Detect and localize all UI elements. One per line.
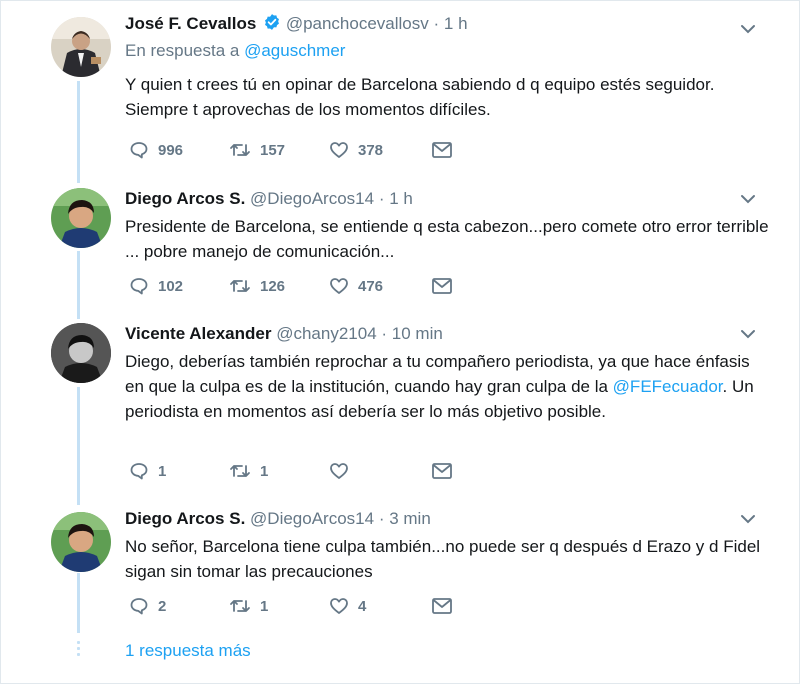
author-name[interactable]: Diego Arcos S. [125,189,245,208]
like-icon [329,596,349,616]
tweet-text: No señor, Barcelona tiene culpa también.… [125,537,761,581]
direct-message-button[interactable] [431,459,453,483]
verified-badge-icon [263,13,281,39]
like-button[interactable]: 4 [329,594,366,618]
separator: · [433,14,440,33]
tweet-header: José F. Cevallos @panchocevallosv · 1 h [125,11,771,37]
like-button[interactable]: 476 [329,274,383,298]
show-more-replies-link[interactable]: 1 respuesta más [125,639,251,663]
author-handle[interactable]: @panchocevallosv [286,14,429,33]
chevron-down-icon[interactable] [739,325,757,343]
like-icon [329,140,349,160]
retweet-count: 157 [260,141,286,159]
avatar[interactable] [51,512,111,572]
tweet-header: Vicente Alexander @chany2104 · 10 min [125,321,771,347]
reply-button[interactable]: 996 [129,138,183,162]
reply-button[interactable]: 102 [129,274,183,298]
tweet-header: Diego Arcos S. @DiegoArcos14 · 1 h [125,186,771,212]
retweet-icon [229,140,251,160]
reply-icon [129,461,149,481]
separator: · [381,324,388,343]
like-icon [329,461,349,481]
thread-continuation-dots [77,641,80,659]
retweet-count: 1 [260,597,269,615]
author-name[interactable]: Diego Arcos S. [125,509,245,528]
reply-count: 102 [158,277,184,295]
author-name[interactable]: José F. Cevallos [125,14,256,33]
reply-context: En respuesta a @aguschmer [125,39,771,63]
tweet[interactable]: Diego Arcos S. @DiegoArcos14 · 1 h Presi… [1,176,800,311]
retweet-button[interactable]: 126 [229,274,285,298]
conversation-thread: José F. Cevallos @panchocevallosv · 1 h … [0,0,800,684]
avatar[interactable] [51,17,111,77]
separator: · [378,189,385,208]
timestamp[interactable]: 10 min [392,324,443,343]
like-button[interactable] [329,459,358,483]
direct-message-icon [431,141,453,159]
retweet-button[interactable]: 157 [229,138,285,162]
retweet-icon [229,596,251,616]
like-icon [329,276,349,296]
direct-message-icon [431,597,453,615]
author-handle[interactable]: @DiegoArcos14 [250,509,374,528]
retweet-count: 1 [260,462,269,480]
chevron-down-icon[interactable] [739,510,757,528]
like-count: 476 [358,277,384,295]
direct-message-button[interactable] [431,594,453,618]
reply-count: 1 [158,462,167,480]
reply-button[interactable]: 2 [129,594,166,618]
retweet-icon [229,276,251,296]
tweet-text: Diego, deberías también reprochar a tu c… [125,349,771,424]
mention-link[interactable]: @FEFecuador [613,377,723,396]
timestamp[interactable]: 1 h [444,14,468,33]
timestamp[interactable]: 3 min [389,509,431,528]
like-count: 378 [358,141,384,159]
reply-button[interactable]: 1 [129,459,166,483]
separator: · [378,509,385,528]
author-name[interactable]: Vicente Alexander [125,324,271,343]
tweet-text: Y quien t crees tú en opinar de Barcelon… [125,75,715,119]
tweet-text: Presidente de Barcelona, se entiende q e… [125,217,769,261]
direct-message-icon [431,462,453,480]
retweet-button[interactable]: 1 [229,459,268,483]
like-button[interactable]: 378 [329,138,383,162]
reply-count: 2 [158,597,167,615]
direct-message-icon [431,277,453,295]
reply-icon [129,596,149,616]
direct-message-button[interactable] [431,274,453,298]
direct-message-button[interactable] [431,138,453,162]
retweet-count: 126 [260,277,286,295]
reply-prefix: En respuesta a [125,41,245,60]
tweet[interactable]: Diego Arcos S. @DiegoArcos14 · 3 min No … [1,496,800,631]
chevron-down-icon[interactable] [739,190,757,208]
chevron-down-icon[interactable] [739,20,757,38]
reply-mention-link[interactable]: @aguschmer [244,41,345,60]
tweet-header: Diego Arcos S. @DiegoArcos14 · 3 min [125,506,771,532]
timestamp[interactable]: 1 h [389,189,413,208]
retweet-button[interactable]: 1 [229,594,268,618]
tweet[interactable]: José F. Cevallos @panchocevallosv · 1 h … [1,1,800,176]
like-count: 4 [358,597,367,615]
avatar[interactable] [51,188,111,248]
reply-count: 996 [158,141,184,159]
retweet-icon [229,461,251,481]
author-handle[interactable]: @DiegoArcos14 [250,189,374,208]
author-handle[interactable]: @chany2104 [276,324,376,343]
reply-icon [129,276,149,296]
reply-icon [129,140,149,160]
tweet[interactable]: Vicente Alexander @chany2104 · 10 min Di… [1,311,800,496]
avatar[interactable] [51,323,111,383]
